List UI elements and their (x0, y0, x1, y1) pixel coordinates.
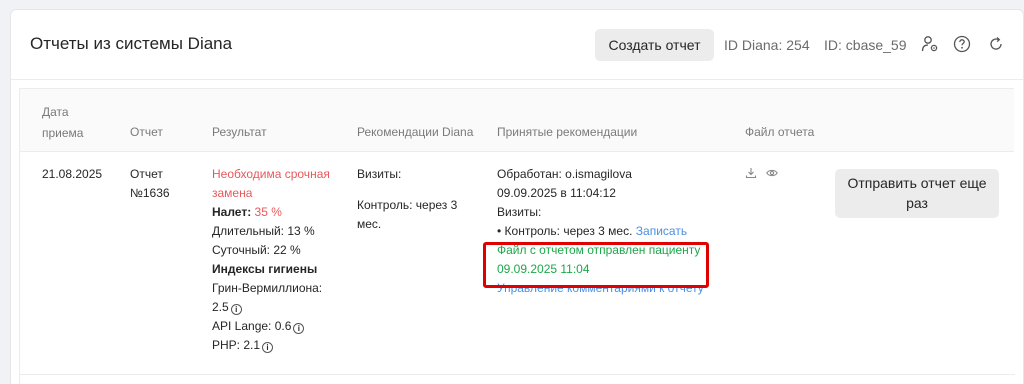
result-plaque: Налет: 35 % (212, 203, 342, 222)
processed-by: Обработан: o.ismagilova (497, 167, 632, 181)
result-daily: Суточный: 22 % (212, 243, 301, 257)
processed-at: 09.09.2025 в 11:04:12 (497, 186, 616, 200)
help-icon[interactable] (953, 35, 971, 53)
column-accepted: Принятые рекомендации (497, 125, 638, 139)
row-report: Отчет №1636 (130, 165, 170, 203)
info-icon[interactable]: i (293, 323, 305, 334)
rec-control-line2: мес. (357, 217, 382, 231)
api-row: API Lange: 0.6 i (212, 317, 342, 336)
base-id-label: ID: cbase_59 (824, 37, 907, 53)
row-divider (20, 374, 1015, 375)
resend-label-line1: Отправить отчет еще (847, 175, 987, 191)
row-result: Необходима срочная замена Налет: 35 % Дл… (212, 165, 342, 355)
column-date: Дата приема (42, 102, 83, 143)
row-accepted: Обработан: o.ismagilova 09.09.2025 в 11:… (497, 165, 727, 298)
column-report: Отчет (130, 125, 163, 139)
php-row: PHP: 2.1 i (212, 336, 342, 355)
reports-table: Дата приема Отчет Результат Рекомендации… (19, 88, 1015, 384)
row-report-number: №1636 (130, 186, 170, 200)
refresh-icon[interactable] (987, 35, 1005, 53)
plaque-value: 35 % (254, 205, 282, 219)
row-recommendations: Визиты: Контроль: через 3 мес. (357, 165, 477, 234)
accepted-visits: Визиты: (497, 205, 542, 219)
info-icon[interactable]: i (230, 304, 242, 315)
result-long: Длительный: 13 % (212, 224, 315, 238)
info-icon[interactable]: i (262, 342, 274, 353)
eye-icon[interactable] (766, 168, 778, 178)
create-report-button[interactable]: Создать отчет (595, 29, 714, 61)
green-verm-value: 2.5 (212, 300, 229, 314)
column-result: Результат (212, 125, 267, 139)
accepted-control: • Контроль: через 3 мес. (497, 224, 633, 238)
rec-visits: Визиты: (357, 167, 402, 181)
accepted-control-row: • Контроль: через 3 мес. Записать (497, 222, 727, 241)
page-title: Отчеты из системы Diana (30, 34, 233, 53)
record-link[interactable]: Записать (636, 224, 687, 238)
table-row: 21.08.2025 Отчет №1636 Необходима срочна… (20, 152, 1015, 374)
row-report-label: Отчет (130, 167, 163, 181)
column-recommendations: Рекомендации Diana (357, 125, 474, 139)
plaque-label: Налет: (212, 205, 252, 219)
table-header: Дата приема Отчет Результат Рекомендации… (20, 89, 1014, 152)
result-urgent-line1: Необходима срочная (212, 167, 330, 181)
row-date: 21.08.2025 (42, 167, 103, 181)
api-value: API Lange: 0.6 (212, 319, 292, 333)
column-date-line1: Дата (42, 105, 69, 119)
sent-status-line1: Файл с отчетом отправлен пациенту (497, 243, 701, 257)
php-value: PHP: 2.1 (212, 338, 261, 352)
result-urgent-line2: замена (212, 186, 253, 200)
rec-control-line1: Контроль: через 3 (357, 198, 458, 212)
green-verm-value-row: 2.5 i (212, 298, 342, 317)
resend-report-button[interactable]: Отправить отчет еще раз (835, 169, 999, 218)
resend-label-line2: раз (906, 195, 928, 211)
column-file: Файл отчета (745, 125, 815, 139)
diana-id-label: ID Diana: 254 (724, 37, 810, 53)
green-verm-label: Грин-Вермиллиона: (212, 281, 323, 295)
sent-status-line2: 09.09.2025 11:04 (497, 262, 590, 276)
hygiene-title: Индексы гигиены (212, 262, 318, 276)
user-settings-icon[interactable] (921, 35, 939, 53)
download-icon[interactable] (745, 167, 757, 179)
column-date-line2: приема (42, 126, 84, 140)
manage-comments-link[interactable]: Управление комментариями к отчету (497, 279, 727, 298)
card-header: Отчеты из системы Diana Создать отчет ID… (11, 10, 1023, 80)
